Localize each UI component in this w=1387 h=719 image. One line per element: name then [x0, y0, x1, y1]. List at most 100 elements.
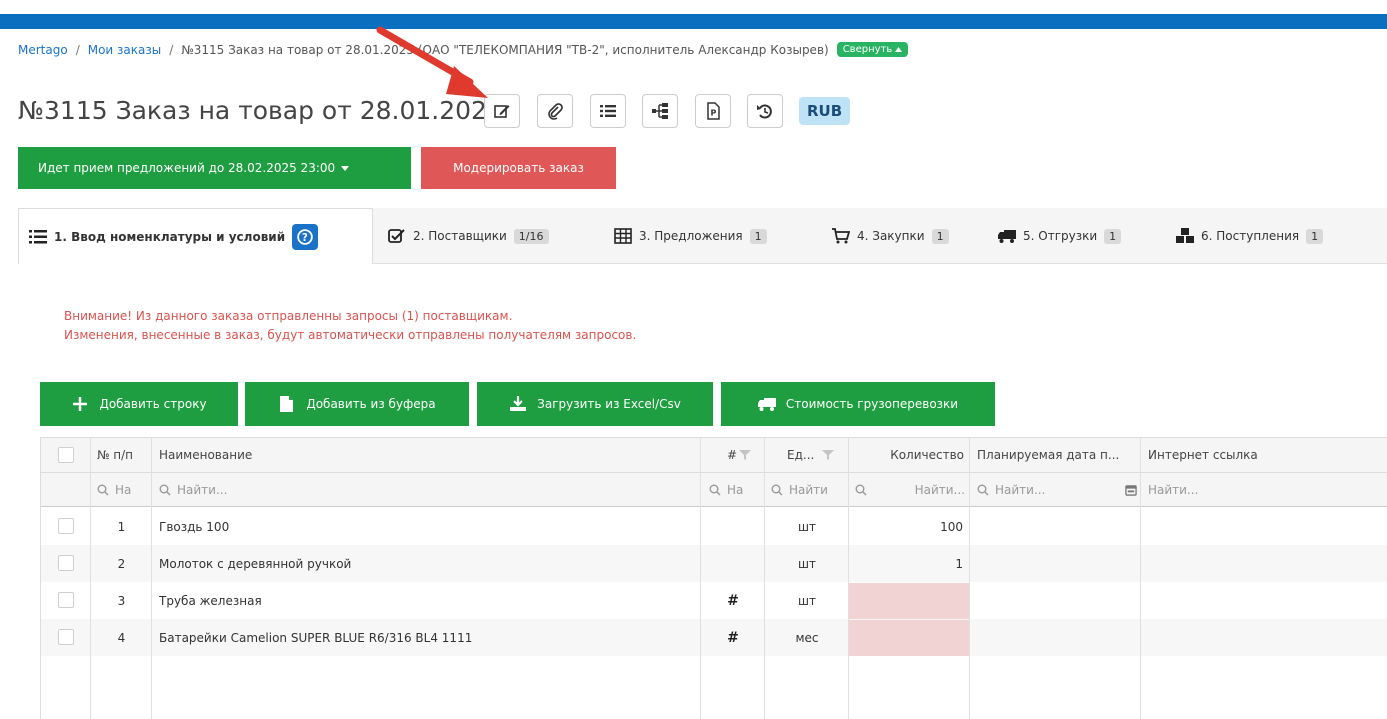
tab-shipments[interactable]: 5. Отгрузки 1 [998, 208, 1122, 264]
attach-button[interactable] [537, 94, 573, 128]
tab-label: 3. Предложения [639, 229, 743, 243]
collapse-label: Свернуть [842, 44, 893, 55]
load-excel-button[interactable]: Загрузить из Excel/Csv [477, 382, 713, 426]
list-icon [29, 229, 47, 243]
status-dropdown-button[interactable]: Идет прием предложений до 28.02.2025 23:… [18, 147, 411, 189]
row-name[interactable]: Труба железная [159, 582, 262, 619]
caret-up-icon [895, 47, 903, 52]
filter-date-input[interactable]: Найти... [977, 473, 1137, 507]
help-button[interactable]: ? [292, 223, 319, 250]
row-checkbox[interactable] [58, 629, 74, 645]
filter-name-input[interactable]: Найти... [159, 473, 227, 507]
filter-qty-input[interactable]: Найти... [855, 473, 965, 507]
row-qty[interactable]: 1 [849, 545, 963, 582]
tree-button[interactable] [642, 94, 678, 128]
breadcrumb-separator: / [169, 42, 174, 57]
collapse-button[interactable]: Свернуть [836, 42, 909, 57]
moderate-order-button[interactable]: Модерировать заказ [421, 147, 616, 189]
search-icon [709, 484, 721, 496]
row-hash: # [727, 629, 739, 646]
calendar-icon[interactable] [1125, 484, 1137, 496]
button-label: Стоимость грузоперевозки [785, 397, 959, 411]
row-checkbox[interactable] [58, 592, 74, 608]
filter-placeholder: Найти [789, 483, 828, 497]
tab-purchases[interactable]: 4. Закупки 1 [832, 208, 949, 264]
tab-label: 5. Отгрузки [1023, 229, 1098, 243]
header-hash-label: # [727, 448, 738, 462]
filter-icon [822, 450, 835, 460]
filter-placeholder: Найти... [177, 483, 228, 497]
button-label: Загрузить из Excel/Csv [537, 397, 681, 411]
warning-message: Внимание! Из данного заказа отправленны … [64, 307, 636, 345]
table-icon [614, 228, 632, 244]
row-name[interactable]: Молоток с деревянной ручкой [159, 545, 351, 582]
cart-icon [832, 228, 850, 244]
filter-icon [739, 450, 752, 460]
tab-suppliers[interactable]: 2. Поставщики 1/16 [388, 208, 549, 264]
search-icon [771, 484, 783, 496]
filter-hash-input[interactable]: На [709, 473, 743, 507]
tab-receipts[interactable]: 6. Поступления 1 [1176, 208, 1324, 264]
pdf-button[interactable]: P [695, 94, 731, 128]
header-unit[interactable]: Ед... [787, 437, 835, 473]
row-qty[interactable] [849, 582, 963, 619]
truck-icon [757, 398, 776, 411]
download-icon [510, 396, 527, 411]
header-bar [0, 14, 1387, 29]
filter-link-input[interactable]: Найти... [1148, 473, 1198, 507]
row-qty[interactable]: 100 [849, 508, 963, 545]
header-hash[interactable]: # [727, 437, 752, 473]
tab-count-badge: 1 [749, 228, 767, 244]
row-num: 3 [117, 593, 126, 608]
annotation-arrow-icon [376, 26, 488, 98]
currency-badge: RUB [799, 97, 851, 125]
search-icon [159, 484, 171, 496]
select-all-checkbox[interactable] [58, 447, 74, 463]
header-date[interactable]: Планируемая дата п... [977, 437, 1119, 473]
filter-num-input[interactable]: На [97, 473, 131, 507]
row-name[interactable]: Батарейки Camelion SUPER BLUE R6/316 BL4… [159, 619, 472, 656]
sitemap-icon [652, 103, 668, 119]
row-name[interactable]: Гвоздь 100 [159, 508, 229, 545]
tab-nomenclature[interactable]: 1. Ввод номенклатуры и условий ? [18, 208, 373, 264]
row-checkbox[interactable] [58, 555, 74, 571]
header-num[interactable]: № п/п [97, 437, 133, 473]
tab-count-badge: 1 [1306, 228, 1324, 244]
breadcrumb-home-link[interactable]: Mertago [18, 43, 68, 57]
add-from-buffer-button[interactable]: Добавить из буфера [245, 382, 469, 426]
tab-label: 2. Поставщики [413, 229, 507, 243]
header-qty[interactable]: Количество [849, 437, 964, 473]
row-qty[interactable] [849, 619, 963, 656]
top-spacer [0, 0, 1387, 14]
header-link[interactable]: Интернет ссылка [1148, 437, 1258, 473]
add-row-button[interactable]: Добавить строку [40, 382, 238, 426]
tab-label: 4. Закупки [857, 229, 925, 243]
items-table: № п/п Наименование # Ед... Количество Пл… [40, 437, 1387, 719]
header-name[interactable]: Наименование [159, 437, 252, 473]
tab-count-badge: 1/16 [513, 228, 549, 244]
filter-unit-input[interactable]: Найти [771, 473, 828, 507]
plus-icon [73, 397, 88, 411]
caret-down-icon [341, 165, 350, 171]
row-unit[interactable]: шт [765, 582, 849, 619]
row-unit[interactable]: мес [765, 619, 849, 656]
paperclip-icon [548, 103, 563, 120]
list-button[interactable] [590, 94, 626, 128]
row-unit[interactable]: шт [765, 545, 849, 582]
history-button[interactable] [747, 94, 783, 128]
list-icon [600, 105, 616, 117]
freight-cost-button[interactable]: Стоимость грузоперевозки [721, 382, 995, 426]
breadcrumb-current: №3115 Заказ на товар от 28.01.2025 (ОАО … [181, 42, 829, 57]
row-hash: # [727, 592, 739, 609]
breadcrumb-separator: / [75, 42, 80, 57]
row-num: 2 [117, 556, 126, 571]
row-unit[interactable]: шт [765, 508, 849, 545]
question-circle-icon: ? [297, 228, 313, 245]
filter-placeholder: На [727, 483, 744, 497]
tab-offers[interactable]: 3. Предложения 1 [614, 208, 767, 264]
truck-icon [998, 230, 1016, 243]
cubes-icon [1176, 228, 1194, 243]
tab-count-badge: 1 [931, 228, 949, 244]
breadcrumb-orders-link[interactable]: Мои заказы [88, 43, 162, 57]
row-checkbox[interactable] [58, 518, 74, 534]
